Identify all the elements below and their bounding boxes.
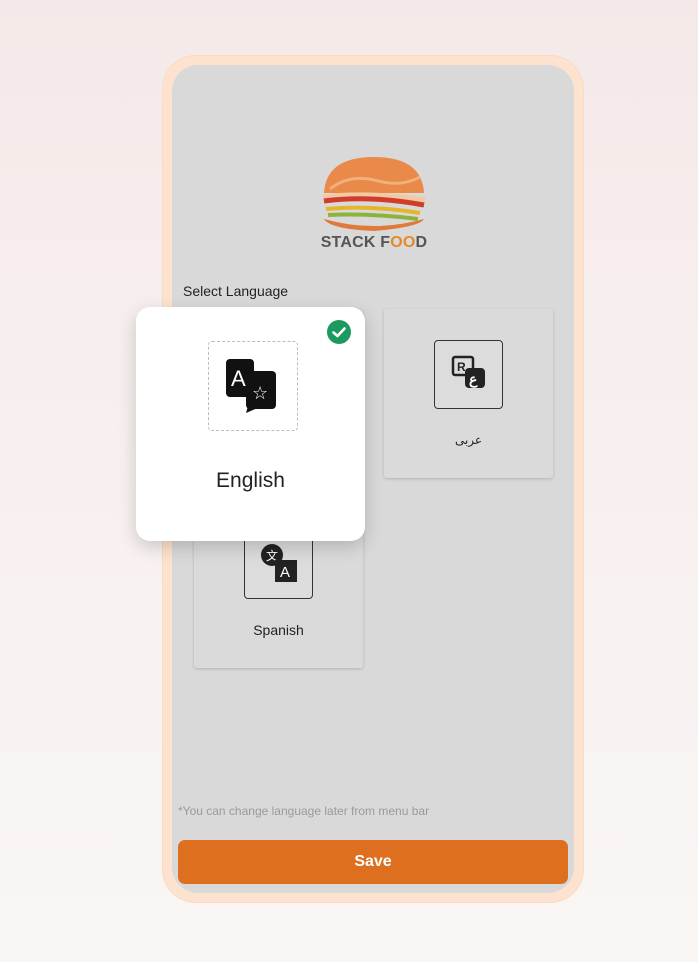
language-card-english-selected[interactable]: A ☆ English <box>136 307 365 541</box>
app-logo-text: STACK FOOD <box>320 234 428 251</box>
check-circle-icon <box>327 320 351 344</box>
svg-text:ع: ع <box>469 371 478 388</box>
svg-text:A: A <box>231 366 246 391</box>
translate-icon: A ☆ <box>226 359 276 413</box>
svg-text:A: A <box>280 564 290 581</box>
language-label: Spanish <box>253 622 304 638</box>
icon-frame: R ع <box>434 340 503 409</box>
language-card-arabic[interactable]: R ع عربى <box>384 309 553 478</box>
svg-text:R: R <box>457 360 466 374</box>
svg-text:☆: ☆ <box>252 383 268 404</box>
language-icon: 文 A <box>261 544 297 582</box>
save-button[interactable]: Save <box>178 840 568 884</box>
hint-text: *You can change language later from menu… <box>178 804 430 818</box>
language-label: عربى <box>454 433 483 447</box>
section-title: Select Language <box>183 283 289 299</box>
language-label: English <box>216 469 285 492</box>
icon-frame: A ☆ <box>208 341 298 431</box>
arabic-letters-icon: R ع <box>451 355 485 388</box>
